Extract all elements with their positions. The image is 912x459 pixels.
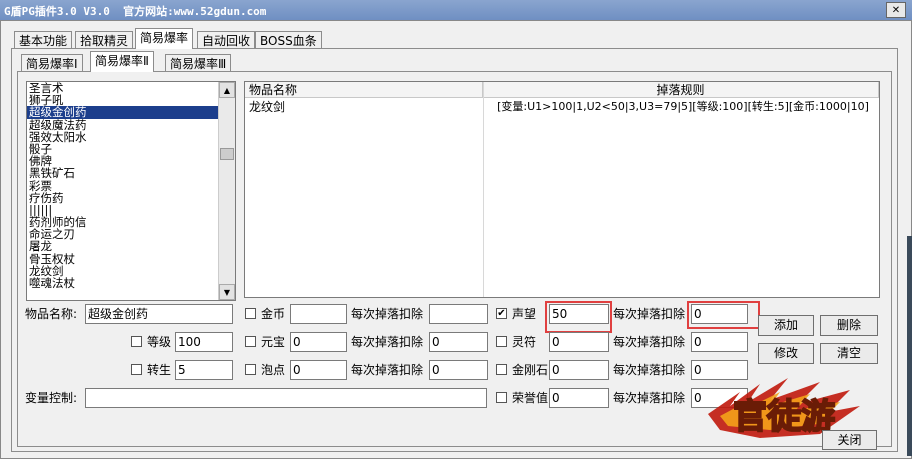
honor-label: 荣誉值: [512, 391, 549, 405]
deduct-lingfu-input[interactable]: 0: [691, 332, 748, 352]
grid-header-rule[interactable]: 掉落规则: [483, 82, 879, 98]
prestige-label: 声望: [512, 307, 537, 321]
tab-droprate-3[interactable]: 简易爆率Ⅲ: [165, 54, 232, 72]
yuanbao-input[interactable]: 0: [290, 332, 347, 352]
yuanbao-checkbox[interactable]: [245, 336, 256, 347]
level-input[interactable]: 100: [175, 332, 233, 352]
grid-header-name[interactable]: 物品名称: [245, 82, 483, 98]
deduct-paodian-label: 每次掉落扣除: [351, 363, 424, 377]
tab-droprate-2[interactable]: 简易爆率Ⅱ: [90, 51, 154, 72]
drop-rule-grid[interactable]: 物品名称 掉落规则 龙纹剑 [变量:U1>100|1,U2<50|3,U3=79…: [244, 81, 880, 298]
tab-recycle[interactable]: 自动回收: [197, 31, 256, 49]
paodian-checkbox[interactable]: [245, 364, 256, 375]
var-control-label: 变量控制:: [25, 391, 78, 405]
grid-cell-rule[interactable]: [变量:U1>100|1,U2<50|3,U3=79|5][等级:100][转生…: [489, 99, 877, 115]
window-title: G盾PG插件3.0 V3.0 官方网站:www.52gdun.com: [4, 5, 267, 18]
deduct-prestige-label: 每次掉落扣除: [613, 307, 686, 321]
scroll-up-icon[interactable]: ▲: [219, 82, 235, 98]
level-checkbox[interactable]: [131, 336, 142, 347]
yuanbao-label: 元宝: [261, 335, 286, 349]
background-window-strip: [907, 236, 912, 456]
list-item[interactable]: 噬魂法杖: [27, 277, 235, 289]
logo-text: 官徒游: [733, 397, 835, 437]
deduct-prestige-highlight: [687, 301, 760, 329]
list-item[interactable]: 骨玉权杖: [27, 253, 235, 265]
honor-input[interactable]: 0: [549, 388, 609, 408]
paodian-label: 泡点: [261, 363, 286, 377]
tab-pickup[interactable]: 拾取精灵: [75, 31, 134, 49]
deduct-yuanbao-input[interactable]: 0: [429, 332, 488, 352]
list-scrollbar[interactable]: ▲ ▼: [218, 82, 235, 300]
var-control-input[interactable]: [85, 388, 487, 408]
reborn-checkbox[interactable]: [131, 364, 142, 375]
reborn-input[interactable]: 5: [175, 360, 233, 380]
lingfu-input[interactable]: 0: [549, 332, 609, 352]
tab-basic[interactable]: 基本功能: [14, 31, 73, 49]
reborn-label: 转生: [147, 363, 172, 377]
list-item[interactable]: 超级金创药: [27, 106, 235, 119]
clear-button[interactable]: 清空: [820, 343, 878, 364]
deduct-honor-label: 每次掉落扣除: [613, 391, 686, 405]
deduct-yuanbao-label: 每次掉落扣除: [351, 335, 424, 349]
close-button[interactable]: 关闭: [822, 430, 877, 450]
grid-col-divider: [483, 82, 484, 297]
grid-cell-name[interactable]: 龙纹剑: [249, 99, 479, 115]
list-item[interactable]: 骰子: [27, 143, 235, 155]
modify-button[interactable]: 修改: [758, 343, 814, 364]
prestige-highlight: [545, 301, 612, 333]
delete-button[interactable]: 删除: [820, 315, 878, 336]
item-name-label: 物品名称:: [25, 307, 78, 321]
close-icon[interactable]: ✕: [886, 2, 906, 18]
add-button[interactable]: 添加: [758, 315, 814, 336]
level-label: 等级: [147, 335, 172, 349]
gold-label: 金币: [261, 307, 286, 321]
deduct-gold-label: 每次掉落扣除: [351, 307, 424, 321]
deduct-paodian-input[interactable]: 0: [429, 360, 488, 380]
title-bar: G盾PG插件3.0 V3.0 官方网站:www.52gdun.com ✕: [0, 0, 912, 21]
diamond-checkbox[interactable]: [496, 364, 507, 375]
honor-checkbox[interactable]: [496, 392, 507, 403]
item-name-input[interactable]: 超级金创药: [85, 304, 233, 324]
diamond-input[interactable]: 0: [549, 360, 609, 380]
paodian-input[interactable]: 0: [290, 360, 347, 380]
item-listbox[interactable]: 圣言术 狮子吼 超级金创药 超级魔法药 强效太阳水 骰子 佛牌 黑铁矿石 彩票 疗伤药 ||||||…: [26, 81, 236, 301]
gold-checkbox[interactable]: [245, 308, 256, 319]
diamond-label: 金刚石: [512, 363, 549, 377]
list-item[interactable]: 屠龙: [27, 240, 235, 252]
deduct-gold-input[interactable]: [429, 304, 488, 324]
lingfu-checkbox[interactable]: [496, 336, 507, 347]
list-item[interactable]: 疗伤药: [27, 192, 235, 204]
list-item[interactable]: 超级魔法药: [27, 118, 235, 131]
list-item[interactable]: 彩票: [27, 179, 235, 192]
lingfu-label: 灵符: [512, 335, 537, 349]
scroll-thumb[interactable]: [220, 148, 234, 160]
tab-boss[interactable]: BOSS血条: [255, 31, 322, 49]
deduct-lingfu-label: 每次掉落扣除: [613, 335, 686, 349]
list-item[interactable]: 命运之刃: [27, 228, 235, 240]
deduct-diamond-label: 每次掉落扣除: [613, 363, 686, 377]
tab-droprate-1[interactable]: 简易爆率Ⅰ: [21, 54, 83, 72]
list-item[interactable]: 强效太阳水: [27, 131, 235, 143]
scroll-down-icon[interactable]: ▼: [219, 284, 235, 300]
list-item[interactable]: 黑铁矿石: [27, 167, 235, 179]
gold-input[interactable]: [290, 304, 347, 324]
prestige-checkbox[interactable]: ✔: [496, 308, 507, 319]
tab-droprate[interactable]: 简易爆率: [135, 28, 194, 49]
